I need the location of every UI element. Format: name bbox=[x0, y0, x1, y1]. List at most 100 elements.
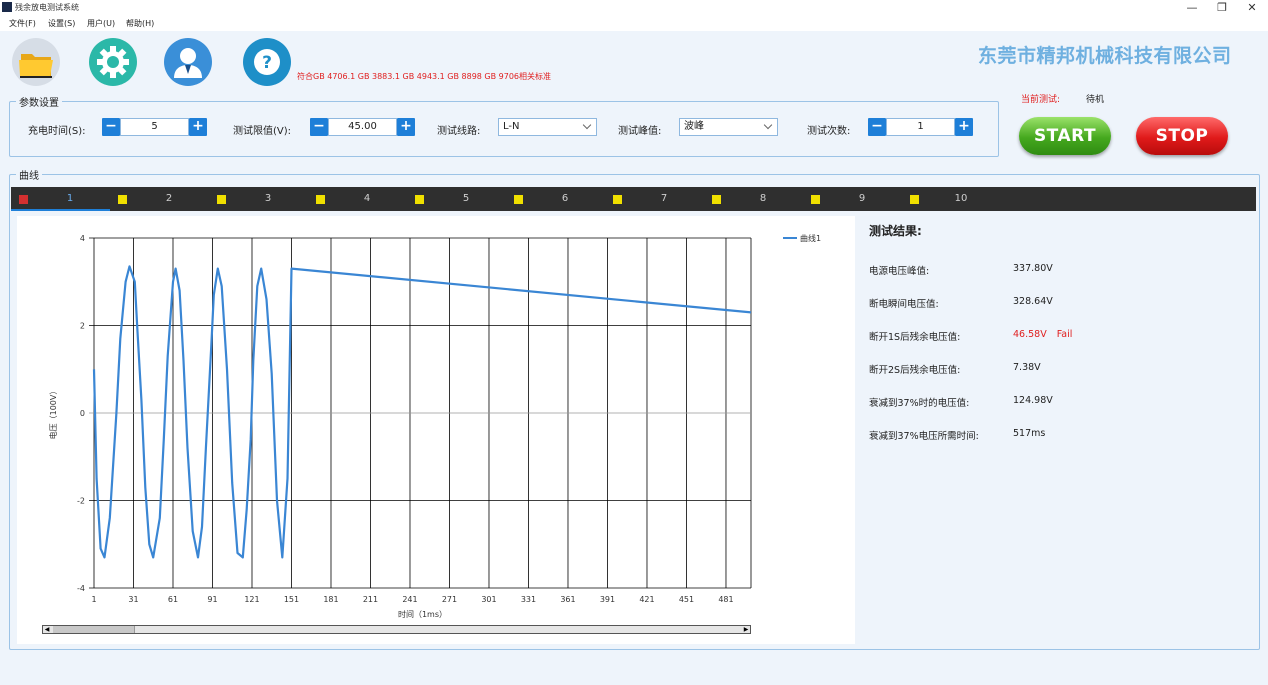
help-icon[interactable]: ? bbox=[243, 38, 291, 86]
curve-tab-label: 1 bbox=[66, 193, 74, 204]
stop-button[interactable]: STOP bbox=[1136, 117, 1228, 155]
curve-color-swatch bbox=[19, 195, 28, 204]
x-tick-label: 121 bbox=[244, 595, 259, 604]
curve-tab[interactable]: 10 bbox=[902, 187, 1001, 211]
x-tick-label: 331 bbox=[521, 595, 536, 604]
curves-legend: 曲线 bbox=[19, 171, 39, 182]
user-icon[interactable] bbox=[164, 38, 212, 86]
x-tick-label: 421 bbox=[639, 595, 654, 604]
result-label: 衰减到37%电压所需时间: bbox=[869, 431, 979, 442]
start-button[interactable]: START bbox=[1019, 117, 1111, 155]
curve-tab[interactable]: 2 bbox=[110, 187, 209, 211]
result-value-row: 46.58V Fail bbox=[1013, 329, 1072, 340]
curve-color-swatch bbox=[217, 195, 226, 204]
voltage-chart: 1 31 61 91 121 151 181 211 241 271 301 331 361 391 421… bbox=[48, 233, 821, 619]
curve-color-swatch bbox=[811, 195, 820, 204]
x-tick-label: 271 bbox=[442, 595, 457, 604]
curve-tab-label: 10 bbox=[954, 193, 968, 204]
line-label: 测试线路: bbox=[437, 126, 481, 137]
curve-tab[interactable]: 4 bbox=[308, 187, 407, 211]
scroll-left-icon[interactable]: ◀ bbox=[43, 626, 51, 633]
x-tick-label: 481 bbox=[718, 595, 733, 604]
menu-file[interactable]: 文件(F) bbox=[9, 18, 36, 29]
legend-label: 曲线1 bbox=[800, 233, 821, 243]
curve-tab[interactable]: 7 bbox=[605, 187, 704, 211]
curve-tab[interactable]: 1 bbox=[11, 187, 110, 211]
count-minus-button[interactable]: − bbox=[868, 118, 886, 136]
chart-scrollbar[interactable]: ◀ ▶ bbox=[42, 625, 751, 634]
menu-settings[interactable]: 设置(S) bbox=[48, 18, 75, 29]
result-value: 46.58V bbox=[1013, 329, 1047, 340]
open-folder-icon[interactable] bbox=[12, 38, 60, 86]
result-value-row: 124.98V bbox=[1013, 395, 1053, 406]
restore-button[interactable]: ❐ bbox=[1207, 0, 1237, 15]
curve-tab[interactable]: 3 bbox=[209, 187, 308, 211]
count-input[interactable]: 1 bbox=[886, 118, 955, 136]
x-tick-label: 61 bbox=[168, 595, 178, 604]
menu-help[interactable]: 帮助(H) bbox=[126, 18, 154, 29]
x-tick-label: 151 bbox=[284, 595, 299, 604]
limit-minus-button[interactable]: − bbox=[310, 118, 328, 136]
results-title: 测试结果: bbox=[869, 224, 922, 238]
x-tick-label: 91 bbox=[207, 595, 217, 604]
app-icon bbox=[2, 2, 12, 12]
peak-label: 测试峰值: bbox=[618, 126, 662, 137]
limit-input[interactable]: 45.00 bbox=[328, 118, 397, 136]
scroll-right-icon[interactable]: ▶ bbox=[742, 626, 750, 633]
limit-plus-button[interactable]: + bbox=[397, 118, 415, 136]
scroll-thumb[interactable] bbox=[53, 626, 135, 633]
result-label: 衰减到37%时的电压值: bbox=[869, 398, 970, 409]
x-tick-label: 451 bbox=[679, 595, 694, 604]
line-select[interactable]: L-N bbox=[498, 118, 597, 136]
curve-tab-label: 8 bbox=[759, 193, 767, 204]
line-select-value: L-N bbox=[503, 121, 520, 132]
curve-tab-label: 3 bbox=[264, 193, 272, 204]
x-tick-label: 181 bbox=[323, 595, 338, 604]
curve-tab-label: 5 bbox=[462, 193, 470, 204]
result-value: 517ms bbox=[1013, 428, 1046, 439]
peak-select[interactable]: 波峰 bbox=[679, 118, 778, 136]
y-tick-label: -2 bbox=[77, 497, 85, 506]
charge-time-minus-button[interactable]: − bbox=[102, 118, 120, 136]
chart-area: 1 31 61 91 121 151 181 211 241 271 301 331 361 391 421… bbox=[17, 216, 855, 644]
curve-tab[interactable]: 5 bbox=[407, 187, 506, 211]
menu-user[interactable]: 用户(U) bbox=[87, 18, 115, 29]
settings-gear-icon[interactable] bbox=[89, 38, 137, 86]
result-label: 电源电压峰值: bbox=[869, 266, 930, 277]
curve-tab-label: 2 bbox=[165, 193, 173, 204]
close-button[interactable]: ✕ bbox=[1237, 0, 1267, 15]
y-tick-label: -4 bbox=[77, 584, 85, 593]
x-tick-label: 361 bbox=[560, 595, 575, 604]
svg-text:?: ? bbox=[262, 53, 272, 73]
current-test-label: 当前测试: bbox=[1021, 95, 1061, 105]
x-axis-label: 时间（1ms） bbox=[398, 609, 447, 619]
count-plus-button[interactable]: + bbox=[955, 118, 973, 136]
count-stepper: − 1 + bbox=[868, 118, 973, 136]
x-tick-label: 31 bbox=[128, 595, 138, 604]
curve-tab-label: 6 bbox=[561, 193, 569, 204]
charge-time-plus-button[interactable]: + bbox=[189, 118, 207, 136]
result-value: 337.80V bbox=[1013, 263, 1053, 274]
y-tick-label: 2 bbox=[80, 322, 85, 331]
y-tick-label: 0 bbox=[80, 409, 85, 418]
menu-bar: 文件(F) 设置(S) 用户(U) 帮助(H) bbox=[0, 15, 1268, 31]
curve-tab[interactable]: 9 bbox=[803, 187, 902, 211]
params-legend: 参数设置 bbox=[19, 98, 59, 109]
count-label: 测试次数: bbox=[807, 126, 851, 137]
curve-tab-label: 7 bbox=[660, 193, 668, 204]
curve-color-swatch bbox=[910, 195, 919, 204]
curve-tab-label: 4 bbox=[363, 193, 371, 204]
minimize-button[interactable]: — bbox=[1177, 0, 1207, 15]
result-label: 断开2S后残余电压值: bbox=[869, 365, 961, 376]
charge-time-input[interactable]: 5 bbox=[120, 118, 189, 136]
result-value-row: 7.38V bbox=[1013, 362, 1041, 373]
title-bar: 残余放电测试系统 — ❐ ✕ bbox=[0, 0, 1268, 15]
x-tick-label: 211 bbox=[363, 595, 378, 604]
result-value-row: 517ms bbox=[1013, 428, 1045, 439]
curve-tab[interactable]: 6 bbox=[506, 187, 605, 211]
curve-color-swatch bbox=[613, 195, 622, 204]
curve-tab[interactable]: 8 bbox=[704, 187, 803, 211]
x-tick-label: 241 bbox=[402, 595, 417, 604]
result-label: 断开1S后残余电压值: bbox=[869, 332, 961, 343]
standards-text: 符合GB 4706.1 GB 3883.1 GB 4943.1 GB 8898 … bbox=[297, 72, 552, 81]
